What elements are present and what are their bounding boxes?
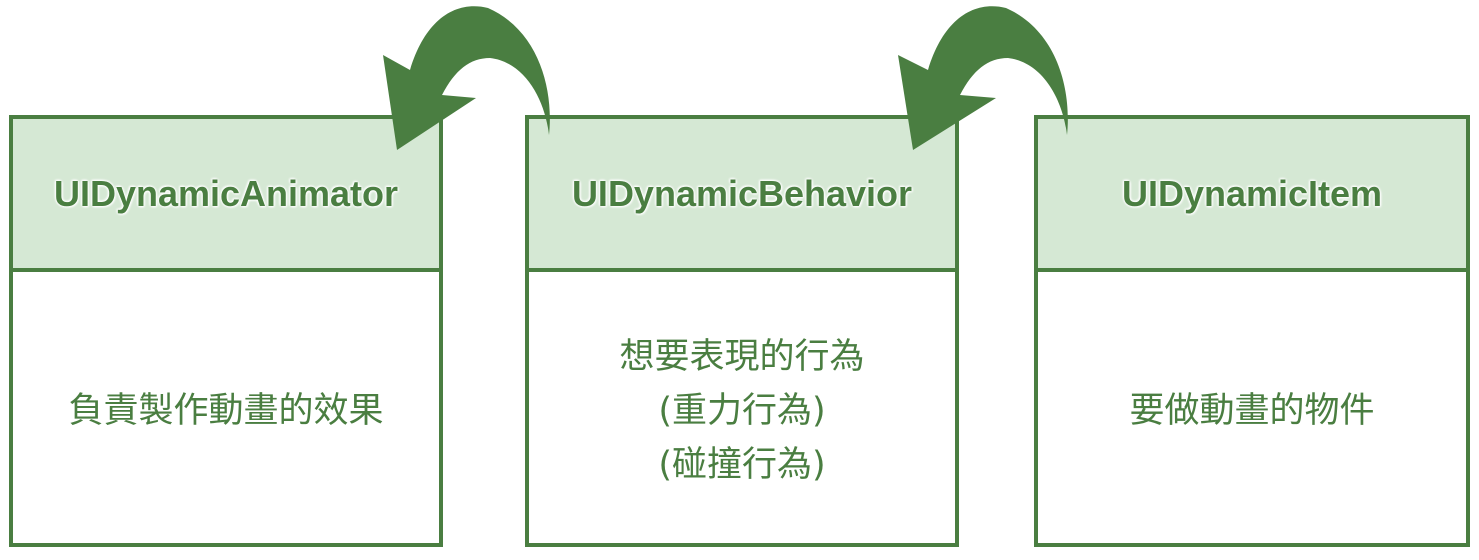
item-body: 要做動畫的物件 bbox=[1038, 272, 1466, 543]
behavior-gravity-line: (重力行為) bbox=[658, 390, 826, 431]
behavior-body: 想要表現的行為 (重力行為) (碰撞行為) bbox=[529, 272, 955, 543]
behavior-title: UIDynamicBehavior bbox=[571, 172, 913, 214]
behavior-description: 想要表現的行為 bbox=[619, 336, 865, 377]
animator-description: 負責製作動畫的效果 bbox=[68, 390, 384, 431]
item-header: UIDynamicItem bbox=[1038, 119, 1466, 272]
animator-header: UIDynamicAnimator bbox=[13, 119, 439, 272]
item-box: UIDynamicItem 要做動畫的物件 bbox=[1034, 115, 1470, 547]
animator-body: 負責製作動畫的效果 bbox=[13, 272, 439, 543]
item-description: 要做動畫的物件 bbox=[1129, 390, 1375, 431]
animator-box: UIDynamicAnimator 負責製作動畫的效果 bbox=[9, 115, 443, 547]
animator-title: UIDynamicAnimator bbox=[53, 172, 399, 214]
behavior-collision-line: (碰撞行為) bbox=[658, 444, 826, 485]
behavior-header: UIDynamicBehavior bbox=[529, 119, 955, 272]
behavior-box: UIDynamicBehavior 想要表現的行為 (重力行為) (碰撞行為) bbox=[525, 115, 959, 547]
item-title: UIDynamicItem bbox=[1121, 172, 1383, 214]
